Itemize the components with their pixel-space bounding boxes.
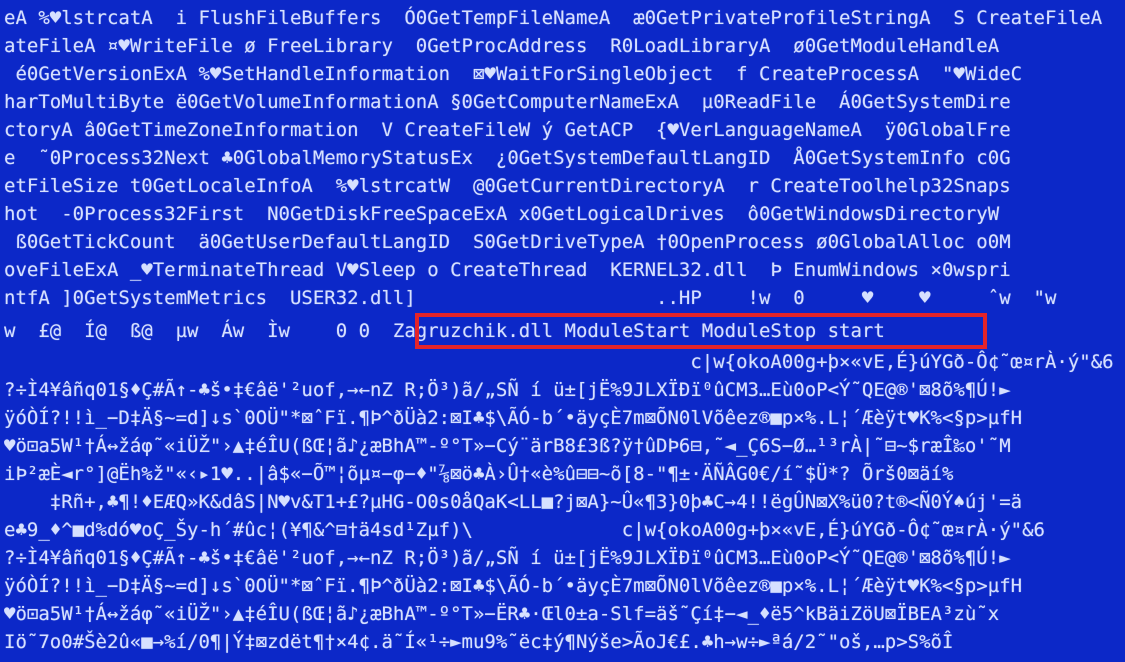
dump-line: ß0GetTickCount ä0GetUserDefaultLangID S0… (4, 231, 1011, 253)
dump-line: ♥ö⊡a5W¹†Á↔žáφ˜«iÜŽ"›▲‡éÎU(ßŒ¦ã♪¿æBhA™-º°… (4, 603, 1000, 625)
dump-line: oveFileExA _♥TerminateThread V♥Sleep o C… (4, 259, 1011, 281)
dump-line: c|w{okoA00g+þ×«vE,É}úYGð-Ô¢˜œ¤rÀ·ý"&6 (4, 351, 1114, 373)
dump-line: ateFileA ¤♥WriteFile ø FreeLibrary 0GetP… (4, 35, 1023, 57)
dump-line: e♣9_♦^■d%dó♥oÇ_Šy-h´#ûc¦(¥¶&^⊟†ä4sd¹Zµf)… (4, 519, 1045, 541)
dump-line: iÞ²æÈ◄r°]@Ëh%ž"«‹▸1♥..|â$«−Õ™¦õµ¤−φ−♦"⅞⊠… (4, 463, 954, 485)
dump-line: ntfA ]0GetSystemMetrics USER32.dll] ..HP… (4, 287, 1057, 309)
dump-line: ctoryA â0GetTimeZoneInformation V Create… (4, 119, 1011, 141)
dump-line: ‡Rñ+,♣¶!♦EÆQ»K&dâS|N♥v&T1+£?µHG-O0s0åQaK… (4, 491, 1023, 513)
dump-line: é0GetVersionExA %♥SetHandleInformation ⊠… (4, 63, 1023, 85)
dump-line: harToMultiByte ë0GetVolumeInformationA §… (4, 91, 1011, 113)
hex-dump-view: eA %♥lstrcatA i FlushFileBuffers Ó0GetTe… (0, 4, 1125, 662)
dump-line: eA %♥lstrcatA i FlushFileBuffers Ó0GetTe… (4, 7, 1103, 29)
dump-line: hot -0Process32First N0GetDiskFreeSpaceE… (4, 203, 1000, 225)
dump-line: ?÷Ì4¥âñq01§♦Ç#Ã↑-♣š•‡€âë'²uof,→←nZ R;Ö³)… (4, 547, 1011, 569)
dump-line: e ˜0Process32Next ♣0GlobalMemoryStatusEx… (4, 147, 1011, 169)
dump-line: ?÷Ì4¥âñq01§♦Ç#Ã↑-♣š•‡€âë'²uof,→←nZ R;Ö³)… (4, 379, 1011, 401)
dump-line: etFileSize t0GetLocaleInfoA %♥lstrcatW @… (4, 175, 1011, 197)
dump-line: ♥ö⊡a5W¹†Á↔žáφ˜«iÜŽ"›▲‡éÎU(ßŒ¦ã♪¿æBhA™-º°… (4, 435, 1011, 457)
dump-line: ÿóÒÍ?!!ì_−D‡Ä§~=d]↓s`0OÜ"*⊠ˆFï.¶Þ^ðÜà2:⊠… (4, 575, 1023, 597)
dump-line-highlighted: w £@ Í@ ß@ µw Áw Ìw 0 0 Zagruzchik.dll M… (4, 320, 885, 342)
dump-line: Iö˜7o0#Šè2û«■→%í/0¶|Ý‡⊠zdët¶†×4¢.ä˜Í«¹÷►… (4, 631, 954, 653)
dump-line: ÿóÒÍ?!!ì_−D‡Ä§~=d]↓s`0OÜ"*⊠ˆFï.¶Þ^ðÜà2:⊠… (4, 407, 1023, 429)
